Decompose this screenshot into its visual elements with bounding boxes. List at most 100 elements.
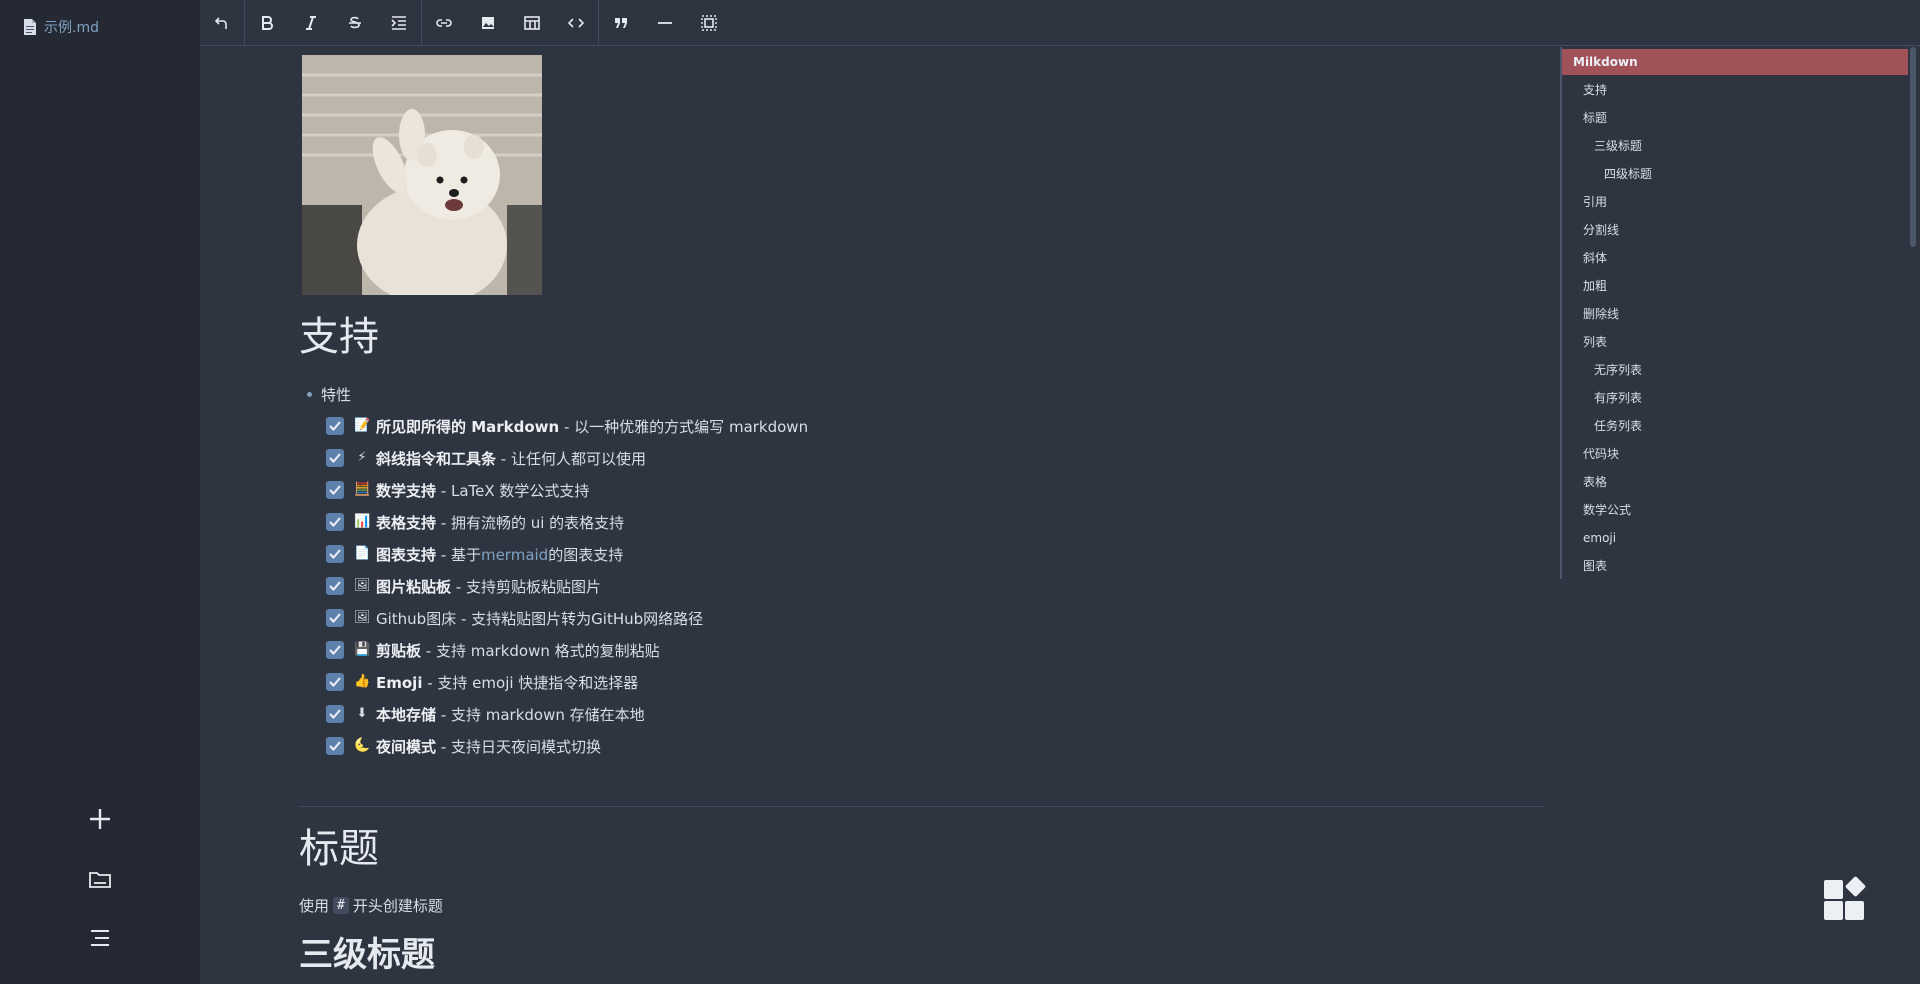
task-item: 🖼 图片粘贴板 - 支持剪贴板粘贴图片 — [326, 575, 601, 597]
outline-item[interactable]: 任务列表 — [1594, 413, 1642, 439]
task-checkbox[interactable] — [326, 513, 344, 531]
task-checkbox[interactable] — [326, 481, 344, 499]
code-icon — [568, 17, 584, 28]
outline-item[interactable]: 表格 — [1583, 469, 1607, 495]
image-button[interactable] — [466, 0, 510, 46]
link-icon — [436, 18, 452, 27]
image-icon — [482, 16, 494, 29]
undo-icon — [215, 16, 227, 29]
open-folder-button[interactable] — [82, 861, 118, 897]
check-icon — [329, 677, 341, 687]
outline-item[interactable]: 有序列表 — [1594, 385, 1642, 411]
outline-item[interactable]: 无序列表 — [1594, 357, 1642, 383]
task-description: - 支持 markdown 存储在本地 — [436, 705, 645, 724]
outline-item[interactable]: 列表 — [1583, 329, 1607, 355]
task-item: 📊 表格支持 - 拥有流畅的 ui 的表格支持 — [326, 511, 624, 533]
outline-item[interactable]: 图表 — [1583, 553, 1607, 579]
outline-item[interactable]: 删除线 — [1583, 301, 1619, 327]
task-title: 图表支持 — [376, 545, 437, 564]
outline-item[interactable]: 斜体 — [1583, 245, 1607, 271]
task-desc-pre: - 基于 — [436, 545, 481, 564]
outline-item[interactable]: 分割线 — [1583, 217, 1619, 243]
task-item: 📝 所见即所得的 Markdown - 以一种优雅的方式编写 markdown — [326, 415, 808, 437]
table-button[interactable] — [510, 0, 554, 46]
task-text: 本地存储 - 支持 markdown 存储在本地 — [376, 704, 645, 725]
italic-button[interactable] — [289, 0, 333, 46]
heading-level3: 三级标题 — [299, 935, 435, 975]
check-icon — [329, 549, 341, 559]
task-checkbox[interactable] — [326, 449, 344, 467]
task-description: - LaTeX 数学公式支持 — [436, 481, 590, 500]
quote-button[interactable] — [599, 0, 643, 46]
quote-icon — [615, 17, 627, 28]
outline-item[interactable]: 数学公式 — [1583, 497, 1631, 523]
check-icon — [329, 517, 341, 527]
code-button[interactable] — [554, 0, 598, 46]
mermaid-link[interactable]: mermaid — [481, 546, 548, 564]
task-description: - 支持剪贴板粘贴图片 — [451, 577, 601, 596]
outline-item[interactable]: 引用 — [1583, 189, 1607, 215]
link-button[interactable] — [422, 0, 466, 46]
task-item: 📄 图表支持 - 基于mermaid的图表支持 — [326, 543, 623, 565]
task-checkbox[interactable] — [326, 641, 344, 659]
outline-item[interactable]: 支持 — [1583, 77, 1607, 103]
file-name: 示例.md — [44, 20, 99, 36]
task-emoji-icon: 🖼 — [354, 610, 371, 625]
outline-toggle-button[interactable] — [82, 920, 118, 956]
task-checkbox[interactable] — [326, 545, 344, 563]
file-item[interactable]: 示例.md — [22, 17, 99, 37]
task-emoji-icon: 👍 — [354, 674, 371, 689]
strikethrough-button[interactable] — [333, 0, 377, 46]
indent-button[interactable] — [377, 0, 421, 46]
task-checkbox[interactable] — [326, 737, 344, 755]
task-emoji-icon: 📄 — [354, 546, 371, 561]
check-icon — [329, 485, 341, 495]
task-title: 图片粘贴板 — [376, 577, 452, 596]
task-description: - 支持 emoji 快捷指令和选择器 — [422, 673, 639, 692]
paragraph-pre: 使用 — [299, 897, 330, 915]
task-title: 数学支持 — [376, 481, 437, 500]
task-text: 图片粘贴板 - 支持剪贴板粘贴图片 — [376, 576, 601, 597]
task-emoji-icon: 💾 — [354, 642, 371, 657]
task-text: 表格支持 - 拥有流畅的 ui 的表格支持 — [376, 512, 624, 533]
paragraph-heading-hint: 使用 # 开头创建标题 — [299, 895, 443, 916]
task-checkbox[interactable] — [326, 673, 344, 691]
bullet-dot — [307, 392, 312, 397]
outline-item[interactable]: 加粗 — [1583, 273, 1607, 299]
task-text: 图表支持 - 基于mermaid的图表支持 — [376, 544, 623, 565]
bold-button[interactable] — [245, 0, 289, 46]
task-checkbox[interactable] — [326, 705, 344, 723]
outline-item[interactable]: 代码块 — [1583, 441, 1619, 467]
outline-scrollbar[interactable] — [1910, 47, 1916, 247]
editor-area[interactable]: 支持 特性 📝 所见即所得的 Markdown - 以一种优雅的方式编写 mark… — [200, 47, 1560, 984]
add-button[interactable] — [82, 801, 118, 837]
italic-icon — [306, 15, 316, 30]
outline-item[interactable]: 三级标题 — [1594, 133, 1642, 159]
divider-icon — [658, 21, 672, 24]
list-icon — [91, 930, 109, 946]
task-text: Emoji - 支持 emoji 快捷指令和选择器 — [376, 672, 638, 693]
task-description: - 拥有流畅的 ui 的表格支持 — [436, 513, 625, 532]
task-checkbox[interactable] — [326, 577, 344, 595]
task-checkbox[interactable] — [326, 609, 344, 627]
task-description: - 支持日天夜间模式切换 — [436, 737, 601, 756]
outline-item[interactable]: emoji — [1583, 525, 1616, 551]
outline-panel: Milkdown 支持 标题 三级标题 四级标题 引用 分割线 斜体 加粗 删除线 列表 无序列表 有序… — [1560, 47, 1908, 579]
dog-image — [302, 55, 542, 295]
task-emoji-icon: 📝 — [354, 418, 371, 433]
paragraph-post: 开头创建标题 — [352, 897, 443, 915]
bullet-item-features: 特性 — [307, 384, 351, 405]
outline-item[interactable]: Milkdown — [1562, 49, 1908, 75]
editor-toolbar — [200, 0, 1920, 46]
task-item: 🖼 Github图床 - 支持粘贴图片转为GitHub网络路径 — [326, 607, 703, 629]
outline-item[interactable]: 标题 — [1583, 105, 1607, 131]
task-description: 的图表支持 — [548, 545, 624, 564]
check-icon — [329, 421, 341, 431]
outline-item[interactable]: 四级标题 — [1604, 161, 1652, 187]
apps-fab-button[interactable] — [1822, 876, 1868, 922]
task-checkbox[interactable] — [326, 417, 344, 435]
divider-button[interactable] — [643, 0, 687, 46]
select-all-button[interactable] — [687, 0, 731, 46]
check-icon — [329, 709, 341, 719]
undo-button[interactable] — [200, 0, 244, 46]
